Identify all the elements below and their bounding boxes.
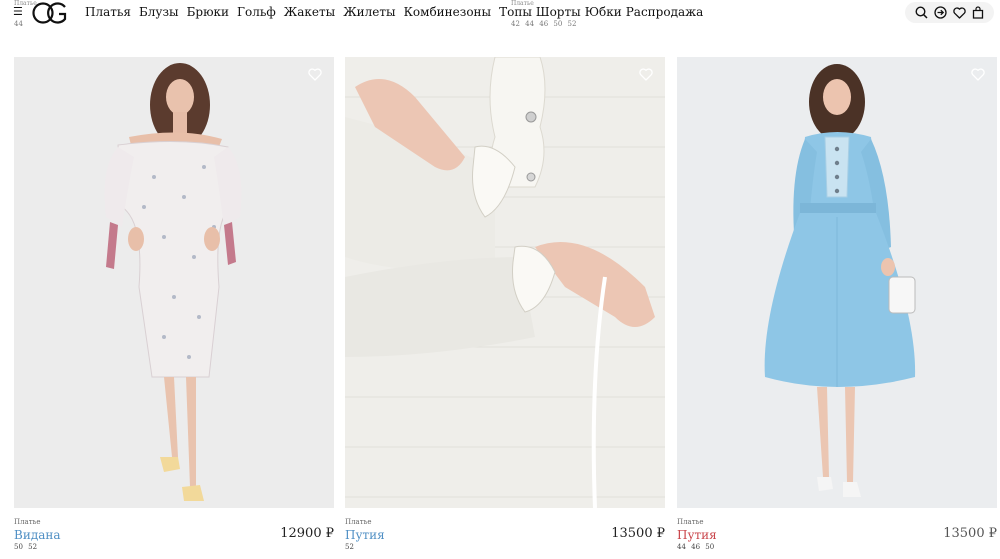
site-header: ☰ Платья Блузы Брюки Гольф Жакеты Жилеты…: [0, 0, 1000, 26]
model-blue-dress-image: [677, 57, 997, 508]
main-nav: Платья Блузы Брюки Гольф Жакеты Жилеты К…: [85, 5, 703, 19]
product-price: 13500 ₽: [943, 526, 997, 541]
product-category: Платье: [14, 518, 41, 526]
product-sizes: 50 52: [14, 543, 38, 551]
nav-item-tops[interactable]: Топы: [499, 5, 532, 19]
product-category: Платье: [677, 518, 704, 526]
product-name-link[interactable]: Путия: [345, 528, 385, 542]
og-logo-icon[interactable]: [32, 1, 68, 25]
header-actions: [905, 2, 994, 23]
product-info: Платье Путия 13500 ₽ 44 46 50: [677, 508, 997, 552]
product-category: Платье: [345, 518, 372, 526]
product-name-link[interactable]: Путия: [677, 528, 717, 542]
product-name-link[interactable]: Видана: [14, 528, 61, 542]
nav-item-skirts[interactable]: Юбки: [585, 5, 622, 19]
menu-icon[interactable]: ☰: [13, 5, 23, 18]
nav-item-vests[interactable]: Жилеты: [343, 5, 395, 19]
white-tweed-dress-closeup-image: [345, 57, 665, 508]
search-icon[interactable]: [914, 6, 928, 20]
product-photo[interactable]: [14, 57, 334, 508]
product-sizes: 44 46 50: [677, 543, 715, 551]
favorite-heart-icon[interactable]: [308, 68, 322, 81]
product-info: Платье Путия 13500 ₽ 52: [345, 508, 665, 552]
product-info: Платье Видана 12900 ₽ 50 52: [14, 508, 334, 552]
nav-item-turtlenecks[interactable]: Гольф: [237, 5, 276, 19]
nav-item-jumpsuits[interactable]: Комбинезоны: [404, 5, 492, 19]
product-card[interactable]: Платье Путия 13500 ₽ 52: [345, 57, 665, 552]
product-photo[interactable]: [345, 57, 665, 508]
product-photo[interactable]: [677, 57, 997, 508]
nav-item-jackets[interactable]: Жакеты: [284, 5, 335, 19]
model-floral-dress-image: [14, 57, 334, 508]
favorite-heart-icon[interactable]: [639, 68, 653, 81]
product-price: 13500 ₽: [611, 526, 665, 541]
nav-item-dresses[interactable]: Платья: [85, 5, 131, 19]
nav-item-trousers[interactable]: Брюки: [187, 5, 229, 19]
product-sizes: 52: [345, 543, 354, 551]
bag-icon[interactable]: [971, 6, 985, 20]
product-card[interactable]: Платье Путия 13500 ₽ 44 46 50: [677, 57, 997, 552]
login-icon[interactable]: [933, 6, 947, 20]
favorite-heart-icon[interactable]: [971, 68, 985, 81]
nav-item-shorts[interactable]: Шорты: [536, 5, 581, 19]
nav-item-sale[interactable]: Распродажа: [626, 5, 704, 19]
product-price: 12900 ₽: [280, 526, 334, 541]
nav-item-blouses[interactable]: Блузы: [139, 5, 179, 19]
product-card[interactable]: Платье Видана 12900 ₽ 50 52: [14, 57, 334, 552]
heart-icon[interactable]: [952, 6, 966, 20]
